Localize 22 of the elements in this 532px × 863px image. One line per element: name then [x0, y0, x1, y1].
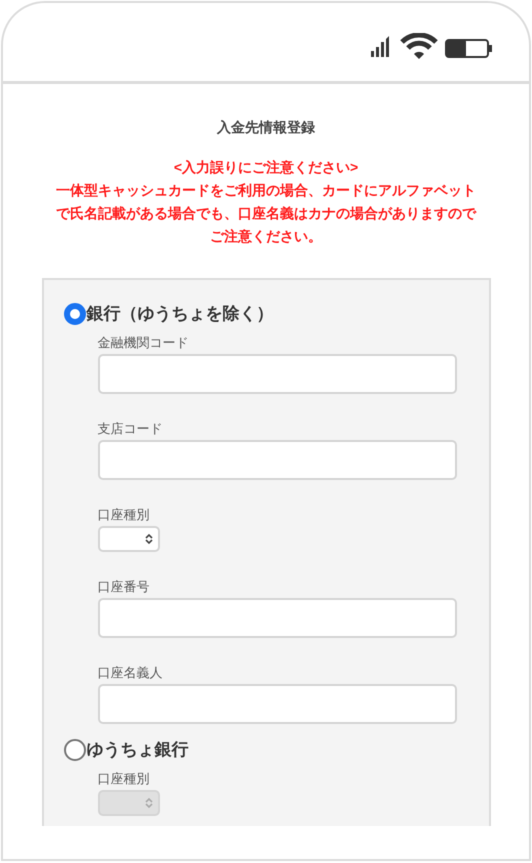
radio-button[interactable]	[64, 303, 86, 325]
page-title: 入金先情報登録	[217, 118, 315, 137]
wifi-icon	[399, 33, 439, 59]
dropdown[interactable]	[98, 526, 160, 552]
radio-button[interactable]	[64, 739, 86, 761]
input-field[interactable]	[98, 354, 456, 394]
input-field[interactable]	[98, 598, 456, 638]
field-label: 金融機関コード	[98, 334, 190, 352]
notice-heading: <入力誤りにご注意ください>	[174, 158, 358, 177]
input-field[interactable]	[98, 684, 456, 724]
field-label: 口座番号	[98, 578, 150, 596]
field-label: 支店コード	[98, 420, 164, 438]
field-label: 口座種別	[98, 506, 150, 524]
field-label: 口座名義人	[98, 664, 164, 682]
notice-text: 一体型キャッシュカードをご利用の場合、カードにアルファベットで氏名記載がある場合でも、口座名義はカナの場合がありますのでご注意ください。	[56, 181, 476, 246]
updown-caret-icon	[144, 533, 152, 545]
radio-label: 銀行（ゆうちょを除く）	[86, 303, 274, 325]
updown-caret-icon	[144, 797, 152, 809]
field-label: 口座種別	[98, 770, 150, 788]
radio-label: ゆうちょ銀行	[86, 739, 188, 761]
battery-icon	[445, 39, 493, 59]
input-field[interactable]	[98, 440, 456, 480]
